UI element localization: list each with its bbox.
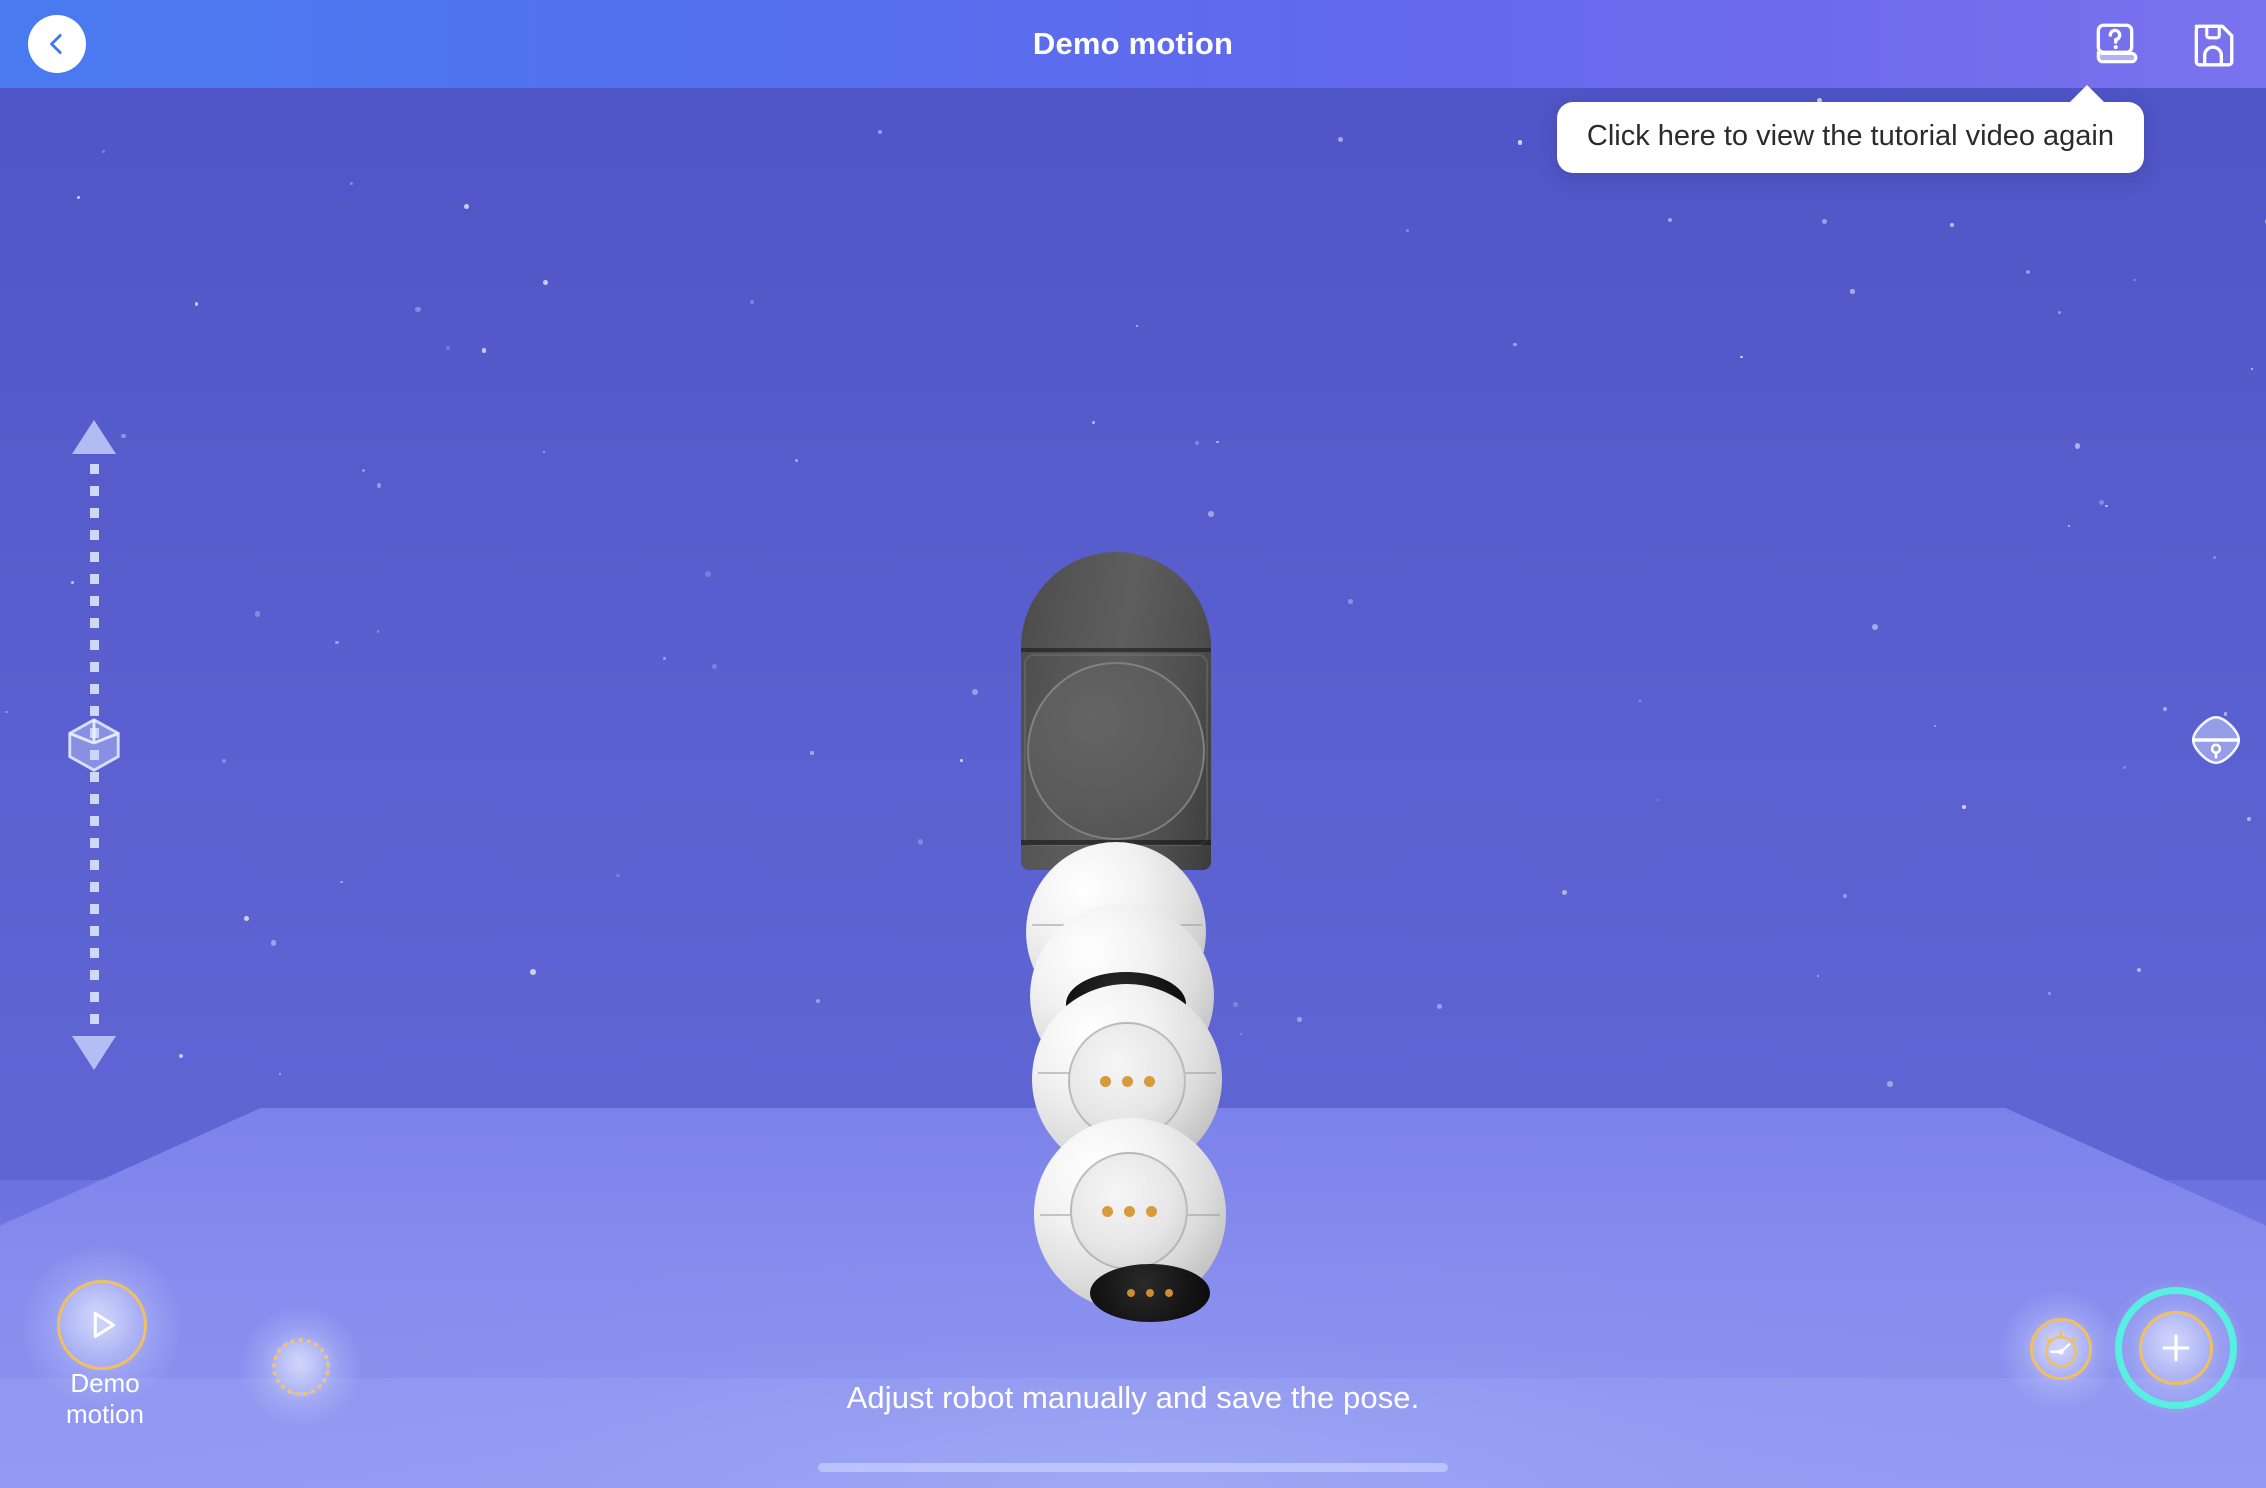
connector-pin <box>1146 1289 1154 1297</box>
robot-connector-pins <box>1101 1205 1157 1217</box>
connector-pin <box>1099 1075 1111 1087</box>
connector-pin <box>1101 1205 1113 1217</box>
demo-motion-button[interactable] <box>57 1280 147 1370</box>
app-root: Demo motion Click here to view the tutor… <box>0 0 2266 1488</box>
robot-connector-pins <box>1127 1289 1173 1297</box>
connector-pin <box>1123 1205 1135 1217</box>
connector-pin <box>1127 1289 1135 1297</box>
connector-pin <box>1143 1075 1155 1087</box>
add-pose-button[interactable] <box>2139 1311 2213 1385</box>
timer-button[interactable] <box>2030 1318 2092 1380</box>
robot-head-lens <box>1027 662 1205 840</box>
app-header: Demo motion <box>0 0 2266 88</box>
robot-base-connector <box>1090 1264 1210 1322</box>
robot-connector-pins <box>1099 1075 1155 1087</box>
floppy-disk-save-icon <box>2194 24 2234 67</box>
play-icon <box>93 1311 116 1339</box>
tooltip-text: Click here to view the tutorial video ag… <box>1586 120 2114 152</box>
view-orientation-icon[interactable] <box>2188 712 2244 768</box>
triangle-up-icon[interactable] <box>72 420 116 454</box>
stopwatch-icon <box>2045 1330 2077 1368</box>
connector-pin <box>1165 1289 1173 1297</box>
home-indicator <box>818 1463 1448 1472</box>
help-button[interactable] <box>2090 19 2140 69</box>
page-title: Demo motion <box>1032 26 1234 61</box>
save-button[interactable] <box>2188 19 2238 69</box>
robot-head-seam-top <box>1021 648 1211 652</box>
cube-3d-icon[interactable] <box>63 714 125 776</box>
robot-model[interactable] <box>1018 552 1248 1362</box>
instruction-text: Adjust robot manually and save the pose. <box>846 1380 1420 1415</box>
connector-pin <box>1121 1075 1133 1087</box>
robot-connector-face <box>1070 1152 1188 1270</box>
help-book-icon <box>2096 23 2138 64</box>
header-actions <box>2090 0 2238 88</box>
plus-icon <box>2162 1334 2190 1362</box>
triangle-down-icon[interactable] <box>72 1036 116 1070</box>
tutorial-tooltip[interactable]: Click here to view the tutorial video ag… <box>1556 85 2144 174</box>
tooltip-arrow <box>2068 85 2106 104</box>
vertical-zoom-slider[interactable] <box>64 420 124 1070</box>
connector-pin <box>1145 1205 1157 1217</box>
